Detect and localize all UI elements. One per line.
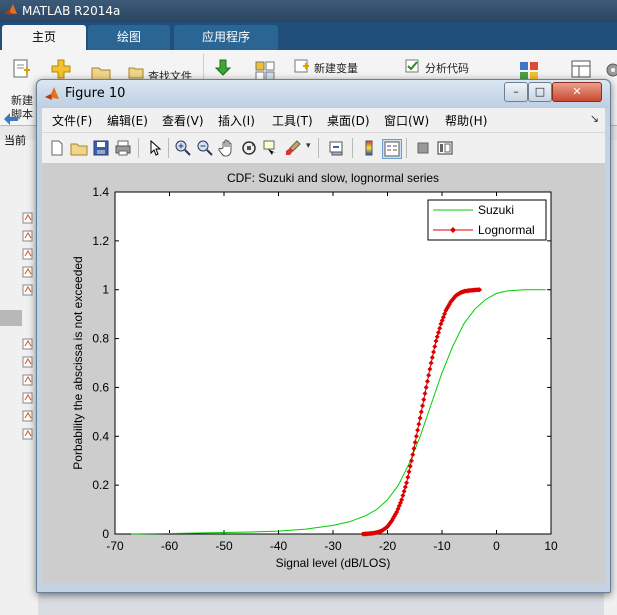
brush-dropdown-icon[interactable]: ▾ [306,141,311,151]
figure-menubar: 文件(F) 编辑(E) 查看(V) 插入(I) 工具(T) 桌面(D) 窗口(W… [42,108,605,132]
y-tick-label: 1.2 [92,234,109,248]
minimize-button[interactable]: – [504,82,528,102]
matlab-logo-icon [45,87,59,100]
matlab-ribbon-tabs: 主页 绘图 应用程序 [0,22,617,50]
new-variable-icon[interactable] [294,58,310,74]
tab-plots[interactable]: 绘图 [88,25,170,50]
m-file-icon[interactable] [22,338,34,350]
y-tick-label: 0 [102,527,109,541]
brush-icon[interactable] [284,139,302,157]
analyze-code-label[interactable]: 分析代码 [425,60,469,76]
menu-insert[interactable]: 插入(I) [218,112,255,129]
dock-arrow-icon[interactable]: ↘ [590,112,599,125]
figure-titlebar[interactable]: Figure 10 – □ ✕ [37,80,610,108]
open-file-icon[interactable] [70,139,88,157]
x-tick-label: -10 [433,539,451,553]
toolbar-separator [406,138,407,158]
layout-icon[interactable] [570,58,592,80]
y-tick-label: 0.8 [92,332,109,346]
legend-icon[interactable] [382,139,402,159]
m-file-icon[interactable] [22,428,34,440]
y-tick-label: 1 [102,283,109,297]
figure-title: Figure 10 [65,86,126,101]
menu-file[interactable]: 文件(F) [52,112,92,129]
legend-label-suzuki: Suzuki [478,203,514,217]
m-file-icon[interactable] [22,392,34,404]
figure-window: Figure 10 – □ ✕ 文件(F) 编辑(E) 查看(V) 插入(I) … [36,79,611,593]
legend-label-lognormal: Lognormal [478,223,535,237]
y-tick-label: 1.4 [92,185,109,199]
menu-tools[interactable]: 工具(T) [272,112,313,129]
menu-view[interactable]: 查看(V) [162,112,204,129]
current-folder-panel: 当前 [0,113,39,615]
new-plus-icon[interactable] [50,58,72,80]
m-file-icon[interactable] [22,212,34,224]
y-tick-label: 0.6 [92,380,109,394]
find-files-icon[interactable] [128,64,144,80]
x-tick-label: -60 [161,539,179,553]
menu-help[interactable]: 帮助(H) [445,112,487,129]
print-icon[interactable] [114,139,132,157]
m-file-icon[interactable] [22,230,34,242]
pan-hand-icon[interactable] [218,139,236,157]
current-folder-label: 当前 [4,134,26,147]
zoom-out-icon[interactable] [196,139,214,157]
m-file-icon[interactable] [22,248,34,260]
m-file-icon[interactable] [22,410,34,422]
back-arrow-icon[interactable] [2,112,20,126]
colorbar-icon[interactable] [360,139,378,157]
x-tick-label: -70 [106,539,124,553]
import-data-icon[interactable] [212,58,234,80]
m-file-icon[interactable] [22,356,34,368]
toolbar-separator [318,138,319,158]
matlab-titlebar: MATLAB R2014a [0,0,617,22]
axes-background[interactable] [114,191,552,535]
new-figure-icon[interactable] [48,139,66,157]
maximize-button[interactable]: □ [528,82,552,102]
m-file-icon[interactable] [22,284,34,296]
figure-canvas: CDF: Suzuki and slow, lognormal series S… [42,163,605,583]
rotate-3d-icon[interactable] [240,139,258,157]
tab-home[interactable]: 主页 [2,25,86,50]
plot-area[interactable]: CDF: Suzuki and slow, lognormal series S… [42,163,605,583]
new-script-icon[interactable] [10,58,32,80]
menu-window[interactable]: 窗口(W) [384,112,429,129]
chart-title: CDF: Suzuki and slow, lognormal series [227,171,439,185]
data-cursor-icon[interactable] [262,139,280,157]
toolbar-separator [168,138,169,158]
hide-plot-tools-icon[interactable] [414,139,432,157]
x-axis-label: Signal level (dB/LOS) [276,556,391,570]
edit-plot-arrow-icon[interactable] [146,139,164,157]
tab-apps[interactable]: 应用程序 [174,25,278,50]
matlab-window-title: MATLAB R2014a [22,4,121,18]
toolbar-separator [352,138,353,158]
matlab-logo-icon [5,4,17,15]
chart-legend[interactable]: Suzuki Lognormal [427,199,547,241]
x-tick-label: -30 [324,539,342,553]
toolbar-separator [138,138,139,158]
close-button[interactable]: ✕ [552,82,602,102]
new-variable-label[interactable]: 新建变量 [314,60,358,76]
folder-selected-row[interactable] [0,310,22,326]
y-axis-label: Porbability the abscissa is not exceeded [71,256,85,469]
y-tick-label: 0.2 [92,478,109,492]
zoom-in-icon[interactable] [174,139,192,157]
analyze-code-icon[interactable] [405,58,421,74]
m-file-icon[interactable] [22,266,34,278]
show-plot-tools-icon[interactable] [436,139,454,157]
menu-desktop[interactable]: 桌面(D) [327,112,370,129]
x-tick-label: 0 [493,539,500,553]
menu-edit[interactable]: 编辑(E) [107,112,148,129]
x-tick-label: -50 [215,539,233,553]
x-tick-label: -40 [270,539,288,553]
x-tick-label: -20 [379,539,397,553]
save-icon[interactable] [92,139,110,157]
figure-toolbar: ▾ [42,132,605,164]
link-plot-icon[interactable] [328,139,346,157]
x-tick-label: 10 [544,539,558,553]
y-tick-label: 0.4 [92,429,109,443]
m-file-icon[interactable] [22,374,34,386]
